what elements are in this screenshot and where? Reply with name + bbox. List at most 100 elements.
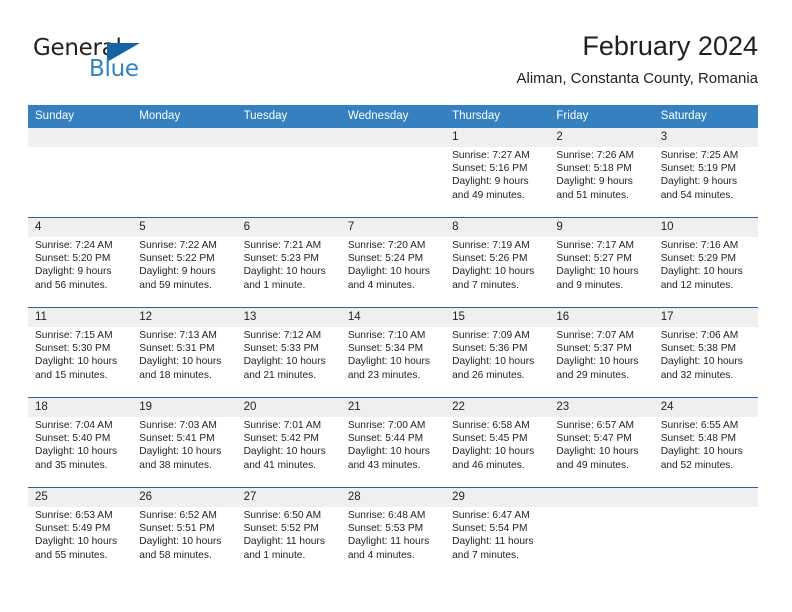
- weekday-header-sunday: Sunday: [28, 105, 133, 128]
- sunset-text: Sunset: 5:36 PM: [452, 343, 528, 355]
- calendar-day-cell[interactable]: 11 Sunrise: 7:15 AM Sunset: 5:30 PM Dayligh…: [28, 307, 133, 398]
- sunset-text: Sunset: 5:34 PM: [347, 343, 424, 355]
- calendar-day-cell[interactable]: 18 Sunrise: 7:04 AM Sunset: 5:40 PM Dayligh…: [28, 397, 133, 488]
- calendar-empty-cell: [132, 128, 237, 218]
- daylight-text: Daylight: 10 hours and 29 minutes.: [556, 356, 639, 381]
- sunrise-text: Sunrise: 7:00 AM: [347, 420, 426, 431]
- calendar-day-cell[interactable]: 21 Sunrise: 7:00 AM Sunset: 5:44 PM Dayligh…: [340, 397, 446, 488]
- daylight-text: Daylight: 10 hours and 52 minutes.: [660, 446, 743, 471]
- day-details: Sunrise: 7:26 AM Sunset: 5:18 PM Daylight:…: [549, 147, 653, 202]
- calendar-day-cell[interactable]: 17 Sunrise: 7:06 AM Sunset: 5:38 PM Dayligh…: [653, 307, 758, 398]
- day-details: Sunrise: 6:47 AM Sunset: 5:54 PM Daylight:…: [445, 507, 549, 562]
- day-number: 29: [445, 488, 550, 507]
- day-number: 12: [132, 308, 237, 327]
- calendar-day-cell[interactable]: 24 Sunrise: 6:55 AM Sunset: 5:48 PM Dayligh…: [653, 397, 758, 488]
- daylight-text: Daylight: 10 hours and 49 minutes.: [556, 446, 639, 471]
- sunset-text: Sunset: 5:33 PM: [243, 343, 319, 355]
- calendar-day-cell[interactable]: 22 Sunrise: 6:58 AM Sunset: 5:45 PM Dayligh…: [445, 397, 550, 488]
- day-number: 18: [28, 398, 133, 417]
- sunset-text: Sunset: 5:31 PM: [139, 343, 215, 355]
- day-details: Sunrise: 7:17 AM Sunset: 5:27 PM Daylight:…: [549, 237, 653, 292]
- weekday-header-wednesday: Wednesday: [340, 105, 446, 128]
- calendar-day-cell[interactable]: 8 Sunrise: 7:19 AM Sunset: 5:26 PM Daylight…: [445, 217, 550, 308]
- daylight-text: Daylight: 10 hours and 32 minutes.: [660, 356, 743, 381]
- calendar-day-cell[interactable]: 27 Sunrise: 6:50 AM Sunset: 5:52 PM Dayligh…: [236, 487, 341, 577]
- day-number: 6: [236, 218, 341, 237]
- weekday-header-saturday: Saturday: [653, 105, 758, 128]
- calendar-empty-cell: [28, 128, 133, 218]
- day-details: Sunrise: 6:52 AM Sunset: 5:51 PM Daylight:…: [132, 507, 236, 562]
- weekday-header-monday: Monday: [132, 105, 237, 128]
- calendar-day-cell[interactable]: 2 Sunrise: 7:26 AM Sunset: 5:18 PM Daylight…: [549, 128, 654, 218]
- sunset-text: Sunset: 5:41 PM: [139, 433, 215, 445]
- calendar-day-cell[interactable]: 19 Sunrise: 7:03 AM Sunset: 5:41 PM Dayligh…: [132, 397, 237, 488]
- calendar-day-cell[interactable]: 23 Sunrise: 6:57 AM Sunset: 5:47 PM Dayligh…: [549, 397, 654, 488]
- daylight-text: Daylight: 11 hours and 1 minute.: [243, 536, 325, 561]
- calendar-day-cell[interactable]: 13 Sunrise: 7:12 AM Sunset: 5:33 PM Dayligh…: [236, 307, 341, 398]
- day-details: Sunrise: 7:07 AM Sunset: 5:37 PM Daylight:…: [549, 327, 653, 382]
- daylight-text: Daylight: 10 hours and 12 minutes.: [660, 266, 743, 291]
- sunset-text: Sunset: 5:23 PM: [243, 253, 319, 265]
- calendar-day-cell[interactable]: 1 Sunrise: 7:27 AM Sunset: 5:16 PM Daylight…: [445, 128, 550, 218]
- sunrise-text: Sunrise: 7:01 AM: [243, 420, 322, 431]
- calendar-day-cell[interactable]: 12 Sunrise: 7:13 AM Sunset: 5:31 PM Dayligh…: [132, 307, 237, 398]
- sunrise-text: Sunrise: 7:24 AM: [35, 240, 113, 251]
- sunrise-text: Sunrise: 7:17 AM: [556, 240, 634, 251]
- daylight-text: Daylight: 10 hours and 7 minutes.: [452, 266, 535, 291]
- day-number: 7: [340, 218, 446, 237]
- day-details: Sunrise: 7:03 AM Sunset: 5:41 PM Daylight:…: [132, 417, 236, 472]
- calendar-empty-cell: [549, 487, 654, 577]
- day-details: Sunrise: 6:57 AM Sunset: 5:47 PM Daylight:…: [549, 417, 653, 472]
- day-details: Sunrise: 6:58 AM Sunset: 5:45 PM Daylight:…: [445, 417, 549, 472]
- sunrise-text: Sunrise: 7:19 AM: [452, 240, 530, 251]
- day-details: Sunrise: 7:12 AM Sunset: 5:33 PM Daylight:…: [237, 327, 341, 382]
- calendar-day-cell[interactable]: 6 Sunrise: 7:21 AM Sunset: 5:23 PM Daylight…: [236, 217, 341, 308]
- sunrise-text: Sunrise: 7:25 AM: [660, 150, 739, 161]
- general-blue-logo[interactable]: General Blue: [33, 35, 213, 85]
- calendar-day-cell[interactable]: 7 Sunrise: 7:20 AM Sunset: 5:24 PM Daylight…: [340, 217, 446, 308]
- calendar-day-cell[interactable]: 9 Sunrise: 7:17 AM Sunset: 5:27 PM Daylight…: [549, 217, 654, 308]
- day-details: Sunrise: 7:01 AM Sunset: 5:42 PM Daylight:…: [237, 417, 341, 472]
- day-details: Sunrise: 7:22 AM Sunset: 5:22 PM Daylight:…: [132, 237, 236, 292]
- calendar-day-cell[interactable]: 15 Sunrise: 7:09 AM Sunset: 5:36 PM Dayligh…: [445, 307, 550, 398]
- sunset-text: Sunset: 5:26 PM: [452, 253, 528, 265]
- day-number: 10: [653, 218, 758, 237]
- calendar-day-cell[interactable]: 5 Sunrise: 7:22 AM Sunset: 5:22 PM Daylight…: [132, 217, 237, 308]
- sunrise-text: Sunrise: 7:15 AM: [35, 330, 113, 341]
- calendar-grid: Sunday Monday Tuesday Wednesday Thursday…: [28, 105, 758, 577]
- calendar-day-cell[interactable]: 25 Sunrise: 6:53 AM Sunset: 5:49 PM Dayligh…: [28, 487, 133, 577]
- calendar-empty-cell: [653, 487, 758, 577]
- daylight-text: Daylight: 10 hours and 15 minutes.: [35, 356, 118, 381]
- calendar-week-row: 1 Sunrise: 7:27 AM Sunset: 5:16 PM Daylight…: [28, 128, 758, 218]
- calendar-day-cell[interactable]: 26 Sunrise: 6:52 AM Sunset: 5:51 PM Dayligh…: [132, 487, 237, 577]
- calendar-day-cell[interactable]: 28 Sunrise: 6:48 AM Sunset: 5:53 PM Dayligh…: [340, 487, 446, 577]
- calendar-day-cell[interactable]: 14 Sunrise: 7:10 AM Sunset: 5:34 PM Dayligh…: [340, 307, 446, 398]
- calendar-day-cell[interactable]: 10 Sunrise: 7:16 AM Sunset: 5:29 PM Dayligh…: [653, 217, 758, 308]
- daylight-text: Daylight: 11 hours and 7 minutes.: [452, 536, 534, 561]
- sunset-text: Sunset: 5:16 PM: [452, 163, 528, 175]
- day-number: [549, 488, 654, 507]
- calendar-day-cell[interactable]: 20 Sunrise: 7:01 AM Sunset: 5:42 PM Dayligh…: [236, 397, 341, 488]
- day-number: 3: [653, 128, 758, 147]
- day-number: 9: [549, 218, 654, 237]
- calendar-day-cell[interactable]: 3 Sunrise: 7:25 AM Sunset: 5:19 PM Daylight…: [653, 128, 758, 218]
- sunset-text: Sunset: 5:20 PM: [35, 253, 111, 265]
- sunset-text: Sunset: 5:49 PM: [35, 523, 111, 535]
- calendar-page: General Blue February 2024 Aliman, Const…: [0, 0, 792, 612]
- calendar-day-cell[interactable]: 4 Sunrise: 7:24 AM Sunset: 5:20 PM Daylight…: [28, 217, 133, 308]
- day-number: 23: [549, 398, 654, 417]
- day-number: [28, 128, 133, 147]
- calendar-body: 1 Sunrise: 7:27 AM Sunset: 5:16 PM Daylight…: [28, 128, 758, 577]
- sunset-text: Sunset: 5:52 PM: [243, 523, 319, 535]
- daylight-text: Daylight: 10 hours and 1 minute.: [243, 266, 326, 291]
- day-details: Sunrise: 6:48 AM Sunset: 5:53 PM Daylight:…: [341, 507, 445, 562]
- day-number: 4: [28, 218, 133, 237]
- daylight-text: Daylight: 10 hours and 18 minutes.: [139, 356, 222, 381]
- sunrise-text: Sunrise: 7:22 AM: [139, 240, 217, 251]
- calendar-day-cell[interactable]: 29 Sunrise: 6:47 AM Sunset: 5:54 PM Dayligh…: [445, 487, 550, 577]
- calendar-day-cell[interactable]: 16 Sunrise: 7:07 AM Sunset: 5:37 PM Dayligh…: [549, 307, 654, 398]
- sunrise-text: Sunrise: 7:04 AM: [35, 420, 113, 431]
- day-number: 22: [445, 398, 550, 417]
- daylight-text: Daylight: 10 hours and 23 minutes.: [347, 356, 430, 381]
- day-number: 2: [549, 128, 654, 147]
